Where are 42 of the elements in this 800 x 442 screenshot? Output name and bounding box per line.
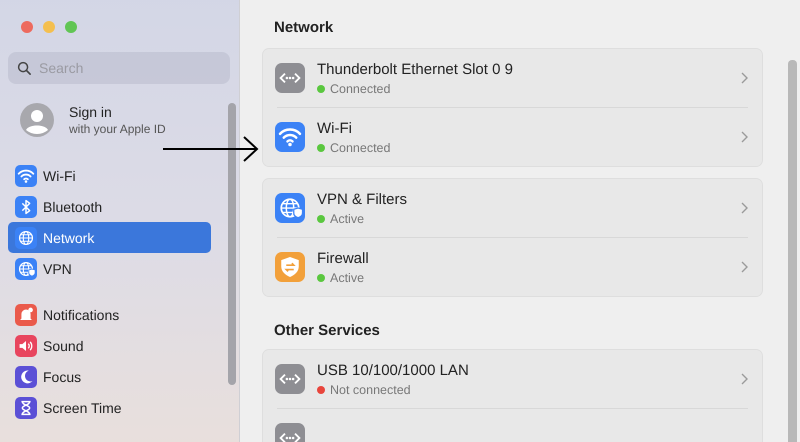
- section-heading: Other Services: [274, 322, 381, 339]
- globe-shield-icon: [275, 193, 305, 223]
- chevron-icon: [741, 131, 748, 143]
- minimize-button[interactable]: [43, 21, 55, 33]
- network-row[interactable]: Wi-Fi Connected: [275, 108, 748, 166]
- sign-in-label[interactable]: Sign in: [69, 104, 166, 120]
- sidebar-item[interactable]: VPN: [8, 253, 211, 284]
- sidebar-item[interactable]: Network: [8, 222, 211, 253]
- sidebar-item[interactable]: Sound: [8, 330, 211, 361]
- bell-icon: [15, 304, 37, 326]
- chevron-icon: [741, 72, 748, 84]
- chevron-icon: [741, 202, 748, 214]
- chevron-icon: [741, 261, 748, 273]
- main-scrollbar[interactable]: [788, 60, 797, 442]
- speaker-icon: [15, 334, 37, 356]
- sidebar-item[interactable]: Focus: [8, 361, 211, 392]
- wifi-icon: [15, 164, 37, 186]
- shield-icon: [275, 252, 305, 282]
- search-icon: [17, 61, 32, 76]
- hourglass-icon: [15, 396, 37, 418]
- close-button[interactable]: [21, 21, 33, 33]
- network-row[interactable]: VPN & Filters Active: [275, 179, 748, 237]
- network-row[interactable]: USB 10/100/1000 LAN Not connected: [275, 350, 748, 408]
- globe-icon: [15, 226, 37, 248]
- sidebar-scrollbar[interactable]: [228, 103, 236, 385]
- moon-icon: [15, 366, 37, 388]
- ethernet-icon: [275, 364, 305, 394]
- bluetooth-icon: [15, 196, 37, 218]
- page-title: Network: [274, 19, 334, 36]
- avatar-icon[interactable]: [19, 102, 55, 138]
- ethernet-icon: [275, 63, 305, 93]
- sidebar-item[interactable]: Notifications: [8, 299, 211, 330]
- wifi-icon: [275, 122, 305, 152]
- sidebar-item[interactable]: Bluetooth: [8, 191, 211, 222]
- sidebar-item[interactable]: Wi-Fi: [8, 160, 211, 191]
- sidebar-item[interactable]: Screen Time: [8, 392, 211, 423]
- zoom-button[interactable]: [65, 21, 77, 33]
- chevron-icon: [741, 373, 748, 385]
- apple-id-subtitle: with your Apple ID: [69, 122, 166, 136]
- network-row[interactable]: Firewall Active: [275, 238, 748, 296]
- globe-shield-icon: [15, 258, 37, 280]
- network-row[interactable]: Thunderbolt Ethernet Slot 0 9 Connected: [275, 49, 748, 107]
